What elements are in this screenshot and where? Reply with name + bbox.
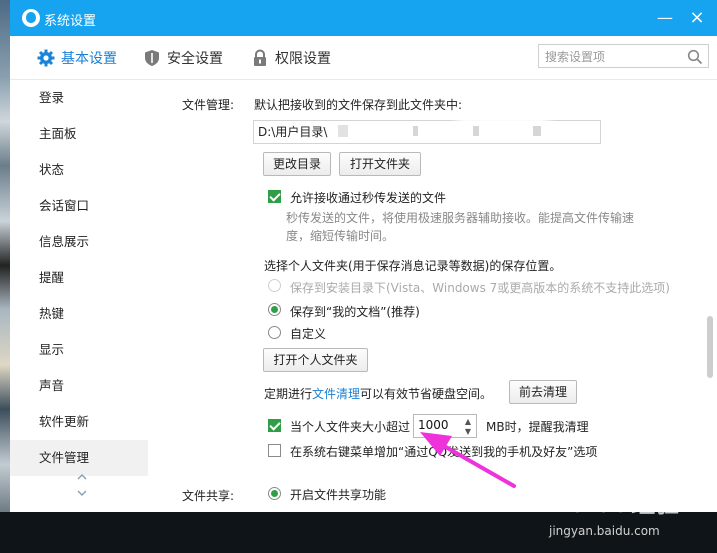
tab-permission-settings[interactable]: 权限设置 [251,47,331,69]
sidebar-item-chat-window[interactable]: 会话窗口 [10,188,148,224]
folder-size-stepper[interactable]: 1000 ▲ ▼ [413,414,477,438]
flash-transfer-description-line2: 度，缩短传输时间。 [286,229,395,243]
settings-sidebar: 登录 主面板 状态 会话窗口 信息展示 提醒 热键 显示 声音 软件更新 文件管… [10,80,148,512]
sidebar-item-status[interactable]: 状态 [10,152,148,188]
cleanup-suffix: 可以有效节省硬盘空间。 [360,387,493,401]
close-button[interactable]: × [685,6,709,30]
sidebar-item-file-management[interactable]: 文件管理 [10,440,148,476]
redaction-scribble [333,119,598,143]
watermark-logo: Baidu经验 [552,489,680,518]
sidebar-scroll-arrows-icon[interactable] [76,472,88,498]
sidebar-item-software-update[interactable]: 软件更新 [10,404,148,440]
sidebar-item-main-panel[interactable]: 主面板 [10,116,148,152]
radio-custom[interactable] [268,326,281,339]
sidebar-item-login[interactable]: 登录 [10,80,148,116]
search-input[interactable] [545,48,685,65]
sidebar-item-sound[interactable]: 声音 [10,368,148,404]
change-directory-button[interactable]: 更改目录 [263,152,331,176]
enable-file-share-label: 开启文件共享功能 [290,488,387,502]
qq-logo-icon [22,9,40,27]
gear-icon [37,49,55,67]
size-reminder-checkbox[interactable] [268,419,281,432]
sidebar-item-hotkeys[interactable]: 热键 [10,296,148,332]
settings-window: 系统设置 — × 基本设置 安全设置 权限设置 搜索设置项 登录 主面板 状态 … [10,0,717,512]
lock-icon [254,49,266,66]
open-personal-folder-button[interactable]: 打开个人文件夹 [263,348,368,372]
tab-label: 权限设置 [275,51,331,67]
file-cleanup-link[interactable]: 文件清理 [312,387,360,401]
sidebar-item-display[interactable]: 显示 [10,332,148,368]
settings-tabs: 基本设置 安全设置 权限设置 [10,36,717,80]
size-reminder-suffix: MB时，提醒我清理 [486,420,589,434]
tab-basic-settings[interactable]: 基本设置 [37,47,117,69]
save-location-description: 默认把接收到的文件保存到此文件夹中: [254,98,463,112]
tab-label: 基本设置 [61,51,117,67]
size-reminder-label: 当个人文件夹大小超过 [290,420,411,434]
cleanup-hint: 定期进行文件清理可以有效节省硬盘空间。 [264,385,492,402]
sidebar-item-reminder[interactable]: 提醒 [10,260,148,296]
radio-my-documents-label: 保存到“我的文档”(推荐) [290,305,420,319]
window-title: 系统设置 [44,14,97,29]
go-cleanup-button[interactable]: 前去清理 [509,380,577,404]
flash-transfer-description-line1: 秒传发送的文件，将使用极速服务器辅助接收。能提高文件传输速 [286,211,635,225]
title-bar: 系统设置 — × [10,0,717,36]
content-scrollbar[interactable] [707,316,713,378]
folder-size-value: 1000 [418,418,449,432]
context-menu-checkbox[interactable] [268,444,281,457]
context-menu-label: 在系统右键菜单增加“通过QQ发送到我的手机及好友”选项 [290,445,598,459]
open-folder-button[interactable]: 打开文件夹 [339,152,421,176]
tab-label: 安全设置 [167,51,223,67]
allow-flash-transfer-label: 允许接收通过秒传发送的文件 [290,191,447,205]
cleanup-prefix: 定期进行 [264,387,313,401]
settings-content: 文件管理: 默认把接收到的文件保存到此文件夹中: D:\用户目录\ 更改目录 打… [148,80,717,512]
sidebar-item-info-display[interactable]: 信息展示 [10,224,148,260]
minimize-button[interactable]: — [653,6,677,30]
search-box [538,44,709,68]
stepper-up-icon[interactable]: ▲ [463,417,473,427]
radio-install-directory[interactable] [268,279,281,292]
personal-folder-title: 选择个人文件夹(用于保存消息记录等数据)的保存位置。 [264,259,562,273]
allow-flash-transfer-checkbox[interactable] [268,190,281,203]
radio-custom-label: 自定义 [290,327,327,341]
file-share-section-label: 文件共享: [182,489,235,503]
tab-security-settings[interactable]: 安全设置 [143,47,223,69]
shield-icon [145,50,159,66]
radio-install-directory-label: 保存到安装目录下(Vista、Windows 7或更高版本的系统不支持此选项) [290,281,670,295]
radio-my-documents[interactable] [268,303,281,316]
radio-enable-file-share[interactable] [268,487,281,500]
search-icon[interactable] [687,49,703,65]
file-management-section-label: 文件管理: [182,98,235,112]
watermark-url: jingyan.baidu.com [549,524,660,538]
stepper-down-icon[interactable]: ▼ [463,427,473,437]
